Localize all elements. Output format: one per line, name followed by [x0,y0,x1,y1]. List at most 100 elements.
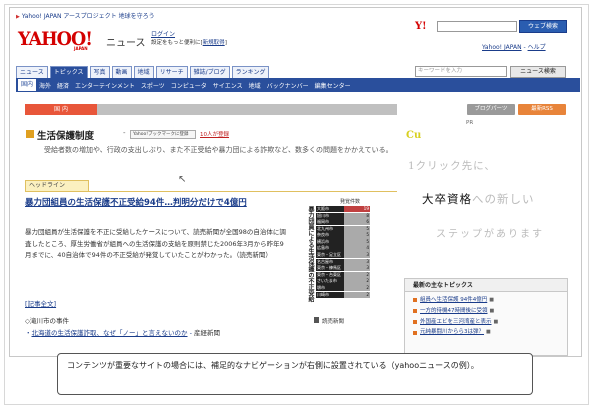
ad-line-2-strong: 大卒資格 [422,192,472,206]
chart-row: 東京・台東区 2 [316,271,374,278]
chart-row-value: 3 [344,252,370,259]
chart-row: さいたま市 2 [316,278,374,285]
subnav-domestic[interactable]: 国内 [18,79,37,91]
topic-list-item[interactable]: 元純暴闘川からら3は弾？ ■ [413,327,567,338]
subnav-backnumber[interactable]: バックナンバー [264,81,312,90]
article-title-link[interactable]: 暴力団組員の生活保護不正受給94件…判明分だけで4億円 [25,197,285,210]
topic-description: 受給者数の増加や、行政の支出しぶり、また不正受給や暴力団による詐欺など、数多くの… [44,146,393,154]
ad-line-1: 1クリック先に、 [408,160,496,172]
article-body: 暴力団組員が生活保護を不正に受給したケースについて、読売新聞が全国98の自治体に… [25,228,286,260]
triangle-icon: ▶ [16,14,20,20]
chart-row-value: 2 [344,271,370,278]
topic-link[interactable]: 組員へ生活保護 94件4億円 [420,295,487,306]
bullet-icon [413,309,417,314]
blog-parts-button[interactable]: ブログパーツ [467,104,515,115]
topic-list-item[interactable]: 一方的待機47時間後に受領 ■ [413,306,567,317]
header-right-links: Yahoo! JAPAN - ヘルプ [482,44,546,51]
yahoo-japan-link[interactable]: Yahoo! JAPAN [482,44,522,51]
topic-link[interactable]: 外国産エビを三河湾産と表示 [420,317,492,328]
chart-row: 川崎市 2 [316,291,374,298]
related-item-source: 産経新聞 [193,329,220,337]
earth-project-link[interactable]: ▶ Yahoo! JAPAN アースプロジェクト 地球を守ろう [16,11,155,20]
web-search-input[interactable] [437,21,517,32]
bookmark-button[interactable]: Yahoo!ブックマークに登録 [130,130,196,139]
tab-research[interactable]: リサーチ [155,66,188,78]
camera-icon: ■ [489,297,494,303]
chart-row-label: 旭川市 [316,212,344,219]
topic-list-item[interactable]: 組員へ生活保護 94件4億円 ■ [413,295,567,306]
chart-row-label: 川崎市 [316,291,344,298]
chart-row-label: 堺市 [316,284,344,292]
subnav-science[interactable]: サイエンス [210,81,246,90]
tab-local[interactable]: 地域 [133,66,154,78]
category-label: 国 内 [25,104,97,115]
news-search-input[interactable]: キーワードを入力 [415,66,507,77]
subnav-computer[interactable]: コンピュータ [168,81,210,90]
chart-row-label: 北九州市 [316,225,344,232]
main-tabs: ニュース トピックス 写真 動画 地域 リサーチ 雑誌/ブログ ランキング [16,66,271,78]
topic-link[interactable]: 一方的待機47時間後に受領 [420,306,488,317]
subnav-sports[interactable]: スポーツ [138,81,168,90]
tab-video[interactable]: 動画 [111,66,132,78]
chart-row: 北九州市 5 [316,225,374,232]
tab-ranking[interactable]: ランキング [231,66,270,78]
chart-row-label: 奈良市 [316,232,344,239]
bracket-close: ] [224,40,227,46]
chart-row-value: 19 [344,206,370,213]
yahoo-logo-japan: JAPAN [74,46,88,51]
subnav-entertainment[interactable]: エンターテインメント [72,81,138,90]
subnav-editorial[interactable]: 編集センター [312,81,354,90]
tab-news[interactable]: ニュース [16,66,48,78]
bullet-icon [413,319,417,324]
ad-logo: Cu [406,130,422,141]
chart-row: 堺市 2 [316,284,374,292]
pencil-icon [26,130,34,138]
article-full-link[interactable]: [記事全文] [25,298,56,308]
chart-credit: 読売新聞 [322,319,345,325]
chart-row: 名古屋市 3 [316,258,374,265]
tab-photo[interactable]: 写真 [89,66,110,78]
chart-row: 奈良市 5 [316,232,374,239]
chart-row-value: 3 [344,258,370,265]
chart-row: 福岡市 6 [316,219,374,226]
related-item-link[interactable]: 北海道の生活保護詐取、なぜ「ノー」と言えないのか [32,329,188,337]
web-search-button[interactable]: ウェブ検索 [519,20,567,33]
section-title: ニュース [106,38,146,49]
help-link[interactable]: ヘルプ [528,44,546,51]
chart-row: 横浜市 5 [316,238,374,246]
yahoo-small-logo-icon: Y! [415,21,427,32]
topic-link[interactable]: 元純暴闘川からら3は弾？ [420,327,484,338]
related-heading: ◇滝川市の事件 [25,317,69,325]
camera-icon: ■ [489,307,495,314]
tab-topics[interactable]: トピックス [49,66,88,78]
register-link[interactable]: 新規取得 [203,40,225,46]
subnav-overseas[interactable]: 海外 [36,81,54,90]
news-search-button[interactable]: ニュース検索 [510,66,566,78]
chart-vertical-title: 暴力団員による生活保護の不正受給 [307,206,314,302]
related-item[interactable]: ・北海道の生活保護詐取、なぜ「ノー」と言えないのか - 産経新聞 [25,327,220,337]
ad-line-3: ステップがあります [436,229,544,240]
chart-row-value: 5 [344,238,370,246]
camera-icon: ■ [493,318,499,325]
camera-icon: ■ [486,329,491,336]
chart-row-label: 大阪市 [316,206,344,213]
login-link[interactable]: ログイン [151,29,175,38]
advertisement-banner[interactable]: Cu 1クリック先に、 大卒資格への新しい ステップがあります [404,128,568,268]
ad-line-2: 大卒資格への新しい [422,191,535,207]
topic-list-item[interactable]: 外国産エビを三河湾産と表示 ■ [413,317,567,328]
subnav-region[interactable]: 地域 [246,81,264,90]
latest-topics-box: 最新の主なトピックス 組員へ生活保護 94件4億円 ■ 一方的待機47時間後に受領 ■… [404,278,568,356]
topic-title: 生活保護制度 [37,131,95,142]
chart-row-value: 2 [344,278,370,285]
chart-row-value: 5 [344,232,370,239]
tab-magazine-blog[interactable]: 雑誌/ブログ [189,66,230,78]
earth-project-text: Yahoo! JAPAN アースプロジェクト 地球を守ろう [21,13,155,20]
rss-button[interactable]: 最新RSS [518,104,566,115]
chart-row: 広島市 4 [316,245,374,252]
chart-row: 東京・練馬区 3 [316,265,374,272]
news-page-screenshot: ▶ Yahoo! JAPAN アースプロジェクト 地球を守ろう YAHOO! JA… [9,7,582,357]
login-subtext: 設定をもっと便利に[新規取得] [151,38,227,46]
subnav-economy[interactable]: 経済 [54,81,72,90]
bookmark-count-link[interactable]: 10人が登録 [200,130,229,138]
latest-topics-title: 最新の主なトピックス [405,279,567,292]
